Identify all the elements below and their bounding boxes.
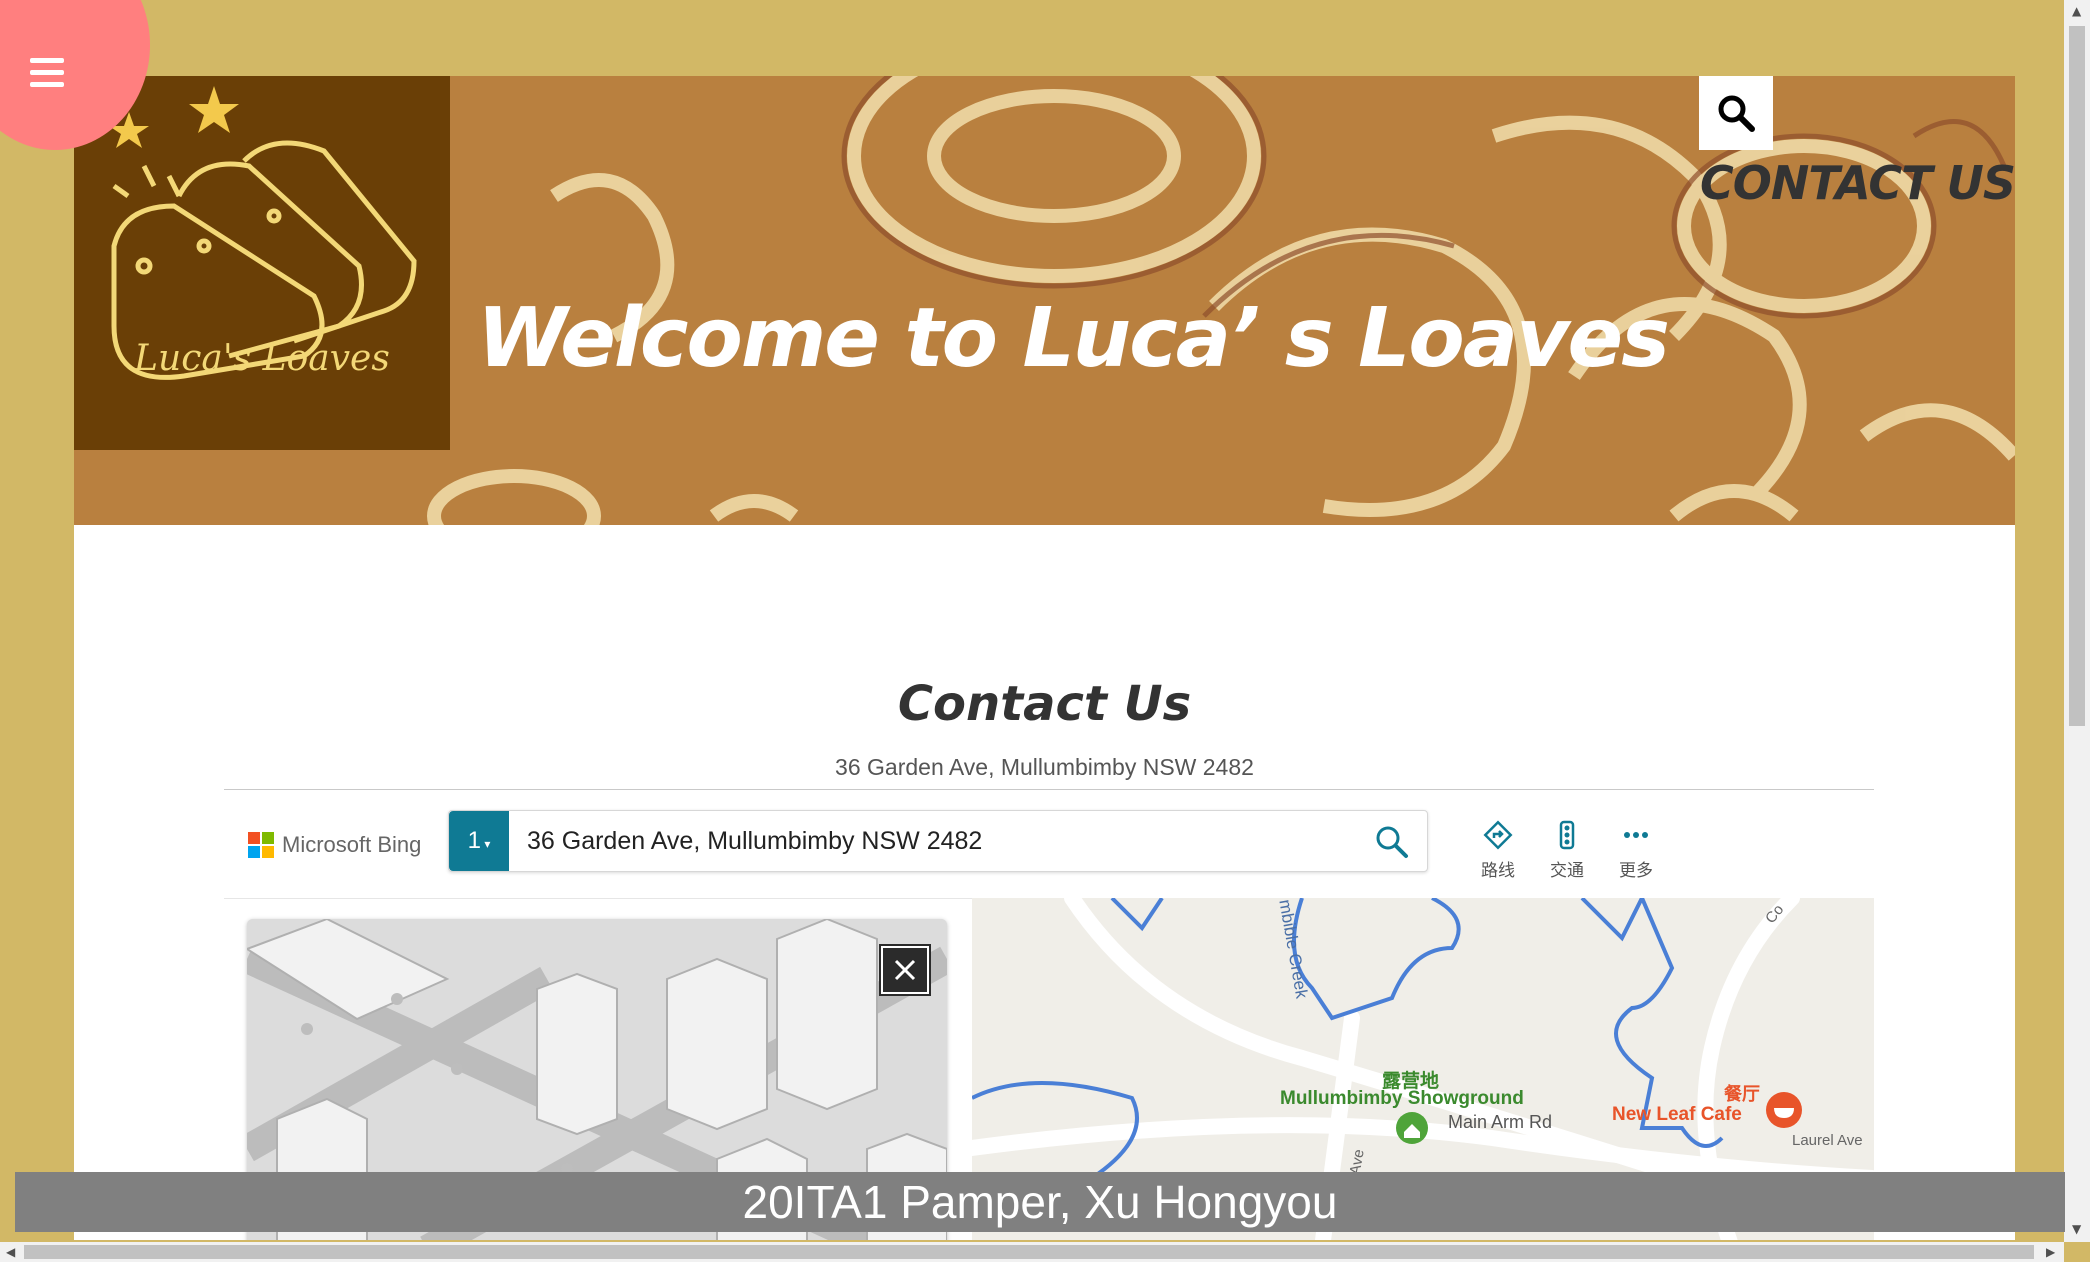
horizontal-scrollbar[interactable]: ◀ ▶ <box>0 1242 2064 1262</box>
more-label: 更多 <box>1619 861 1653 881</box>
search-icon <box>1718 95 1755 132</box>
site-logo[interactable]: Luca's Loaves <box>74 76 450 450</box>
bread-logo-icon <box>109 86 417 380</box>
search-button[interactable] <box>1699 76 1773 150</box>
more-button[interactable]: 更多 <box>1612 820 1660 881</box>
scroll-right-icon[interactable]: ▶ <box>2046 1245 2055 1259</box>
close-icon <box>894 959 916 981</box>
main-arm-rd-label: Main Arm Rd <box>1448 1112 1553 1132</box>
nav-contact-us-link[interactable]: CONTACT US <box>1700 156 2015 210</box>
showground-label: Mullumbimby Showground <box>1280 1088 1524 1109</box>
directions-label: 路线 <box>1481 861 1515 881</box>
map-search-input[interactable] <box>525 811 1349 871</box>
microsoft-logo-icon <box>248 832 274 858</box>
footer-caption: 20ITA1 Pamper, Xu Hongyou <box>15 1172 2065 1232</box>
more-icon <box>1624 832 1648 838</box>
bing-brand-text: Microsoft Bing <box>282 832 422 857</box>
cafe-label: New Leaf Cafe <box>1612 1104 1742 1125</box>
scroll-up-icon[interactable]: ▲ <box>2072 4 2081 18</box>
cafe-cn-label: 餐厅 <box>1724 1084 1760 1104</box>
logo-text: Luca's Loaves <box>134 338 390 379</box>
scroll-left-icon[interactable]: ◀ <box>6 1245 15 1259</box>
close-panel-button[interactable] <box>879 944 931 996</box>
hamburger-icon[interactable] <box>30 58 64 87</box>
contact-address: 36 Garden Ave, Mullumbimby NSW 2482 <box>835 754 1254 780</box>
map-search-icon[interactable] <box>1375 825 1409 863</box>
vertical-scrollbar[interactable]: ▲ ▼ <box>2064 0 2090 1242</box>
vertical-scroll-thumb[interactable] <box>2069 26 2085 726</box>
pin-number: 1 <box>467 827 481 854</box>
pin-selector-button[interactable]: 1 ▾ <box>449 811 509 871</box>
traffic-button[interactable]: 交通 <box>1543 820 1591 881</box>
laurel-ave-label: Laurel Ave <box>1792 1132 1863 1149</box>
hero-title: Welcome to Luca’ s Loaves <box>477 291 1670 386</box>
horizontal-scroll-thumb[interactable] <box>24 1245 2034 1259</box>
hero-banner: Luca's Loaves Welcome to Luca’ s Loaves … <box>74 76 2015 525</box>
map-search-box: 1 ▾ <box>448 810 1428 872</box>
map-toolbar: Microsoft Bing 1 ▾ 36 Garden Ave, Mullum… <box>224 790 1874 899</box>
traffic-label: 交通 <box>1550 861 1584 881</box>
scroll-down-icon[interactable]: ▼ <box>2072 1222 2081 1236</box>
contact-title: Contact Us <box>897 676 1192 732</box>
traffic-icon <box>1559 820 1575 850</box>
directions-button[interactable]: 路线 <box>1474 820 1522 881</box>
directions-icon <box>1483 820 1513 850</box>
bing-logo[interactable]: Microsoft Bing <box>248 832 421 858</box>
page-container: Luca's Loaves Welcome to Luca’ s Loaves … <box>74 76 2015 1240</box>
